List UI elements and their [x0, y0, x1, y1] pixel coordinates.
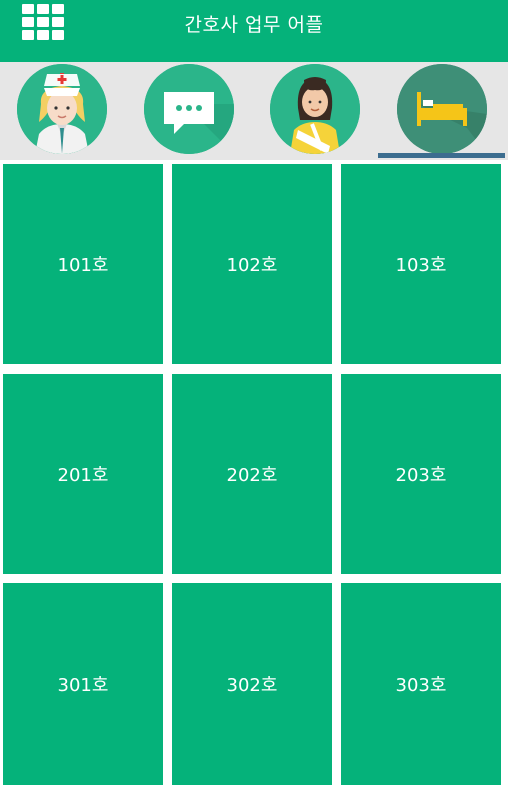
tab-bar [0, 62, 508, 160]
bed-icon [397, 64, 487, 154]
nurse-icon [17, 64, 107, 154]
selected-tab-indicator [378, 153, 505, 158]
tab-patients[interactable] [270, 64, 360, 154]
room-tile-302[interactable]: 302호 [172, 583, 332, 785]
room-tile-303[interactable]: 303호 [341, 583, 501, 785]
chat-bubble-icon [144, 64, 234, 154]
app-bar: 간호사 업무 어플 [0, 0, 508, 62]
app-title: 간호사 업무 어플 [184, 14, 324, 36]
room-grid: 101호 102호 103호 201호 202호 203호 301호 302호 … [0, 160, 508, 790]
tab-messages[interactable] [144, 64, 234, 154]
room-tile-102[interactable]: 102호 [172, 164, 332, 364]
room-tile-203[interactable]: 203호 [341, 374, 501, 574]
room-tile-103[interactable]: 103호 [341, 164, 501, 364]
room-tile-201[interactable]: 201호 [3, 374, 163, 574]
tab-nurse[interactable] [17, 64, 107, 154]
room-tile-101[interactable]: 101호 [3, 164, 163, 364]
patient-icon [270, 64, 360, 154]
room-tile-301[interactable]: 301호 [3, 583, 163, 785]
tab-rooms[interactable] [397, 64, 487, 154]
room-tile-202[interactable]: 202호 [172, 374, 332, 574]
